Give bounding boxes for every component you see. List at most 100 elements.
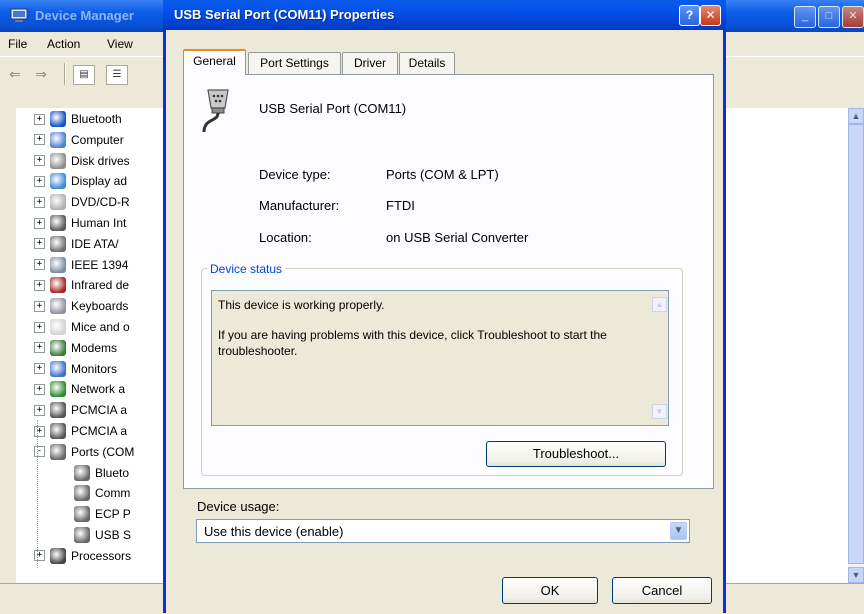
scroll-thumb[interactable] — [848, 124, 864, 564]
expand-icon[interactable]: + — [34, 175, 45, 187]
vertical-scrollbar[interactable]: ▲ ▼ — [848, 108, 864, 583]
expand-icon[interactable]: + — [34, 279, 45, 291]
manufacturer-label: Manufacturer: — [259, 198, 340, 213]
expand-icon[interactable]: + — [34, 404, 45, 416]
tree-item-label: Computer — [71, 132, 124, 147]
window-controls: _ □ ✕ — [794, 6, 864, 28]
expand-icon[interactable]: + — [34, 217, 45, 229]
collapse-icon[interactable]: - — [34, 446, 45, 458]
tab-driver[interactable]: Driver — [342, 52, 398, 74]
device-manager-icon — [10, 8, 28, 22]
tree-item[interactable]: + Human Int — [34, 213, 126, 233]
right-pane — [726, 108, 848, 583]
tree-item[interactable]: Comm — [74, 483, 130, 503]
tree-item[interactable]: + Computer — [34, 130, 124, 150]
serial-port-icon — [202, 89, 229, 133]
manufacturer-value: FTDI — [386, 198, 415, 213]
device-usage-value: Use this device (enable) — [204, 524, 344, 539]
tree-item-label: Network a — [71, 382, 126, 397]
expand-icon[interactable]: + — [34, 425, 45, 437]
tree-item[interactable]: + Bluetooth — [34, 109, 122, 129]
tree-item[interactable]: + Display ad — [34, 171, 127, 191]
status-line-1: This device is working properly. — [218, 298, 385, 312]
device-usage-label: Device usage: — [197, 499, 280, 514]
expand-icon[interactable]: + — [34, 113, 45, 125]
disk-drive-icon — [50, 152, 66, 169]
tree-item[interactable]: + Keyboards — [34, 296, 128, 316]
tree-item[interactable]: + Mice and o — [34, 317, 130, 337]
expand-icon[interactable]: + — [34, 134, 45, 146]
computer-icon — [50, 131, 66, 148]
device-type-label: Device type: — [259, 167, 331, 182]
expand-icon[interactable]: + — [34, 155, 45, 167]
menu-view[interactable]: View — [107, 37, 133, 51]
tree-item-label: Modems — [71, 340, 118, 355]
close-dialog-button[interactable]: ✕ — [700, 5, 721, 26]
bluetooth-icon — [50, 111, 66, 127]
menu-action[interactable]: Action — [47, 37, 80, 51]
tree-item-label: Display ad — [71, 174, 128, 189]
port-icon — [74, 485, 90, 502]
tree-item[interactable]: + Network a — [34, 379, 125, 399]
tree-item-label: Mice and o — [71, 320, 130, 334]
expand-icon[interactable]: + — [34, 342, 45, 354]
tree-item[interactable]: - Ports (COM — [34, 442, 134, 462]
expand-icon[interactable]: + — [34, 321, 45, 333]
forward-arrow-icon[interactable]: ⇒ — [30, 64, 52, 84]
expand-icon[interactable]: + — [34, 363, 45, 375]
expand-icon[interactable]: + — [34, 550, 45, 562]
tree-item[interactable]: ECP P — [74, 504, 131, 524]
expand-icon[interactable]: + — [34, 300, 45, 312]
expand-icon[interactable]: + — [34, 383, 45, 395]
ieee1394-icon — [50, 256, 66, 273]
tree-item[interactable]: + Monitors — [34, 359, 117, 379]
chevron-down-icon[interactable]: ▼ — [670, 522, 687, 540]
status-scroll-down-icon[interactable]: ▼ — [652, 404, 667, 419]
close-window-button[interactable]: ✕ — [842, 6, 864, 28]
port-icon — [74, 464, 90, 481]
tree-item-label: Human Int — [71, 216, 127, 230]
tab-details[interactable]: Details — [399, 52, 455, 74]
display-adapter-icon — [50, 173, 66, 190]
expand-icon[interactable]: + — [34, 238, 45, 250]
tree-item[interactable]: + IEEE 1394 — [34, 255, 128, 275]
network-icon — [50, 381, 66, 398]
hid-icon — [50, 215, 66, 231]
device-status-legend: Device status — [207, 262, 286, 276]
tree-item[interactable]: + PCMCIA a — [34, 421, 127, 441]
status-scroll-up-icon[interactable]: ▲ — [652, 297, 667, 312]
tree-item[interactable]: Blueto — [74, 463, 129, 483]
expand-icon[interactable]: + — [34, 196, 45, 208]
help-button[interactable]: ? — [679, 5, 700, 26]
tree-item-label: Bluetooth — [71, 112, 122, 126]
device-type-value: Ports (COM & LPT) — [386, 167, 499, 182]
properties-icon[interactable]: ☰ — [106, 65, 128, 85]
dialog-titlebar[interactable]: USB Serial Port (COM11) Properties ? ✕ — [163, 0, 726, 30]
scroll-down-icon[interactable]: ▼ — [848, 567, 864, 583]
scroll-up-icon[interactable]: ▲ — [848, 108, 864, 124]
tree-item[interactable]: + Processors — [34, 546, 131, 566]
minimize-button[interactable]: _ — [794, 6, 816, 28]
left-frame — [0, 90, 16, 613]
tree-item[interactable]: USB S — [74, 525, 131, 545]
tree-item[interactable]: + DVD/CD-R — [34, 192, 130, 212]
tree-item[interactable]: + Disk drives — [34, 151, 130, 171]
tree-item-label: Ports (COM — [71, 444, 135, 459]
ok-button[interactable]: OK — [502, 577, 598, 604]
status-line-2: If you are having problems with this dev… — [218, 328, 607, 358]
tree-item[interactable]: + IDE ATA/ — [34, 234, 119, 254]
menu-file[interactable]: File — [8, 37, 27, 51]
expand-icon[interactable]: + — [34, 259, 45, 271]
back-arrow-icon[interactable]: ⇐ — [4, 64, 26, 84]
tree-item[interactable]: + Infrared de — [34, 275, 129, 295]
tree-item[interactable]: + PCMCIA a — [34, 400, 127, 420]
tab-port-settings[interactable]: Port Settings — [248, 52, 341, 74]
tab-general[interactable]: General — [183, 49, 246, 75]
maximize-button[interactable]: □ — [818, 6, 840, 28]
device-usage-select[interactable]: Use this device (enable) ▼ — [196, 519, 690, 543]
troubleshoot-button[interactable]: Troubleshoot... — [486, 441, 666, 467]
cancel-button[interactable]: Cancel — [612, 577, 712, 604]
device-status-textbox[interactable]: This device is working properly. If you … — [211, 290, 669, 426]
show-hide-tree-icon[interactable]: ▤ — [73, 65, 95, 85]
tree-item[interactable]: + Modems — [34, 338, 117, 358]
